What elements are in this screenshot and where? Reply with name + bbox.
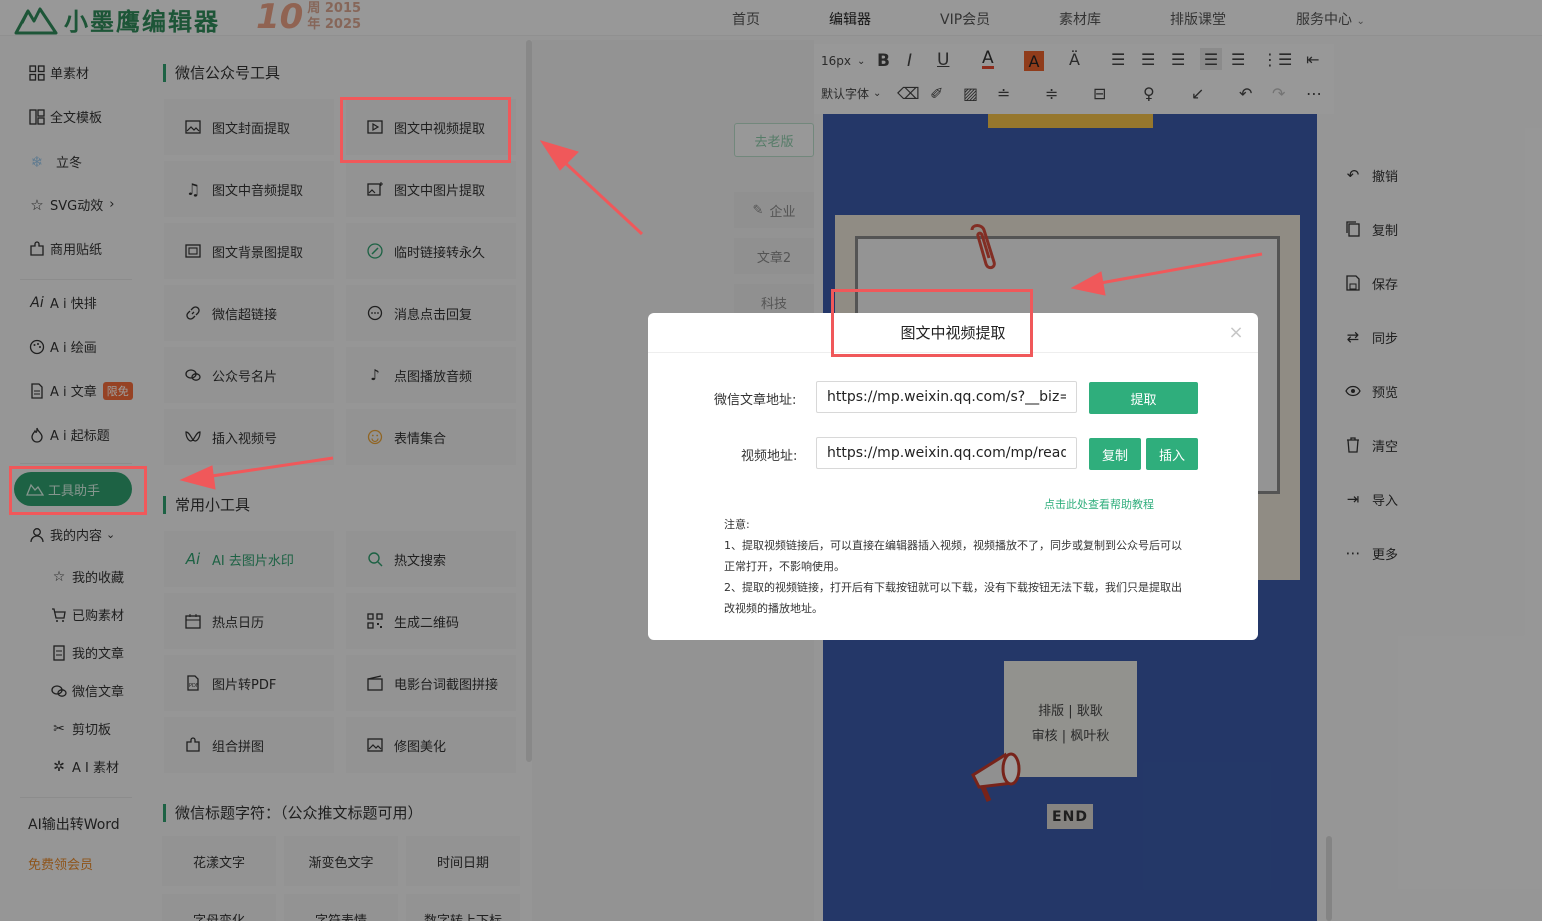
arrow-head-2: [179, 465, 216, 490]
annotation-arrows: [179, 140, 1263, 490]
arrow-head-1: [539, 140, 579, 171]
arrow-head-3: [1070, 271, 1106, 296]
